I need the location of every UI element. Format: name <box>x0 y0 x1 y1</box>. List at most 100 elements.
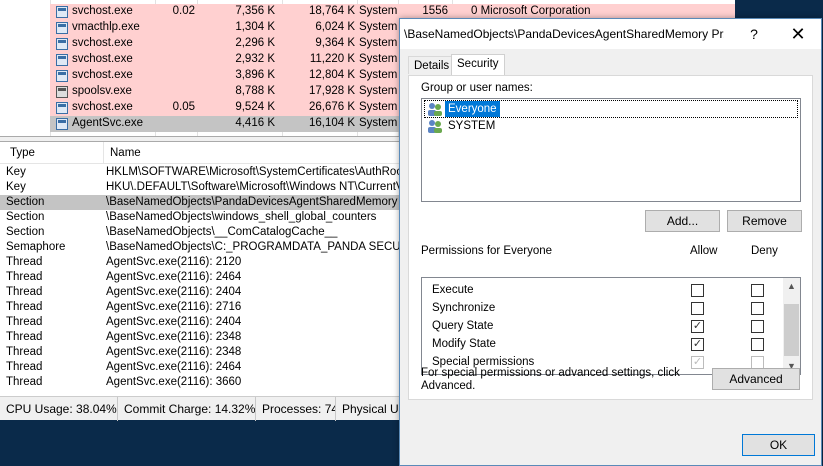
process-name: vmacthlp.exe <box>72 21 140 33</box>
deny-checkbox[interactable] <box>751 302 764 315</box>
handle-name: HKLM\SOFTWARE\Microsoft\SystemCertificat… <box>106 166 424 178</box>
printer-icon <box>56 86 68 98</box>
allow-checkbox[interactable] <box>691 284 704 297</box>
handle-name: \BaseNamedObjects\__ComCatalogCache__ <box>106 226 338 238</box>
service-window-icon <box>56 6 68 18</box>
allow-checkbox[interactable] <box>691 302 704 315</box>
process-private-bytes: 9,524 K <box>235 101 275 113</box>
handle-type: Thread <box>6 301 43 313</box>
status-commit-charge: Commit Charge: 14.32% <box>118 397 256 421</box>
handle-name: AgentSvc.exe(2116): 2464 <box>106 361 242 373</box>
process-name: svchost.exe <box>72 53 133 65</box>
tree-indent <box>0 36 50 52</box>
dialog-titlebar[interactable]: \BaseNamedObjects\PandaDevicesAgentShare… <box>400 19 821 49</box>
allow-column-label: Allow <box>690 245 718 257</box>
dialog-title: \BaseNamedObjects\PandaDevicesAgentShare… <box>404 27 724 41</box>
status-cpu-usage: CPU Usage: 38.04% <box>0 397 118 421</box>
handle-type: Key <box>6 166 26 178</box>
ok-button[interactable]: OK <box>742 434 815 456</box>
service-window-icon <box>56 118 68 130</box>
user-list-item[interactable]: SYSTEM <box>425 118 797 134</box>
close-button[interactable]: ✕ <box>783 21 813 47</box>
service-window-icon <box>56 102 68 114</box>
column-header-type[interactable]: Type <box>10 147 35 159</box>
handle-name: AgentSvc.exe(2116): 2348 <box>106 346 242 358</box>
process-user: System <box>359 37 398 49</box>
process-name: svchost.exe <box>72 37 133 49</box>
tree-indent <box>0 116 50 132</box>
handle-type: Semaphore <box>6 241 66 253</box>
permission-row: Modify State ✓ <box>422 336 784 354</box>
process-working-set: 12,804 K <box>308 69 355 81</box>
user-group-icon <box>427 102 443 116</box>
column-separator[interactable] <box>103 142 104 164</box>
security-tab-panel: Group or user names: Everyone SYSTEM Add.… <box>408 75 813 400</box>
properties-dialog: \BaseNamedObjects\PandaDevicesAgentShare… <box>399 18 822 466</box>
tree-indent <box>0 100 50 116</box>
handle-name: HKU\.DEFAULT\Software\Microsoft\Windows … <box>106 181 414 193</box>
process-private-bytes: 7,356 K <box>235 5 275 17</box>
process-name: svchost.exe <box>72 69 133 81</box>
deny-checkbox[interactable] <box>751 284 764 297</box>
permission-name: Synchronize <box>432 302 496 314</box>
permissions-for-label: Permissions for Everyone <box>421 245 553 257</box>
process-working-set: 18,764 K <box>308 5 355 17</box>
remove-button[interactable]: Remove <box>727 210 802 232</box>
advanced-button[interactable]: Advanced <box>712 368 800 390</box>
allow-checkbox[interactable]: ✓ <box>691 320 704 333</box>
process-cpu: 0.05 <box>172 101 195 113</box>
handle-type: Section <box>6 226 45 238</box>
process-private-bytes: 8,788 K <box>235 85 275 97</box>
process-user: System <box>359 101 398 113</box>
scroll-up-icon[interactable]: ▲ <box>783 278 800 294</box>
process-user: System <box>359 69 398 81</box>
permission-name: Modify State <box>432 338 496 350</box>
process-pid: 1556 <box>422 5 448 17</box>
handle-type: Section <box>6 211 45 223</box>
process-private-bytes: 4,416 K <box>235 117 275 129</box>
users-listbox[interactable]: Everyone SYSTEM <box>421 98 801 202</box>
process-private-bytes: 3,896 K <box>235 69 275 81</box>
handle-name: AgentSvc.exe(2116): 2464 <box>106 271 242 283</box>
handle-name: \BaseNamedObjects\PandaDevicesAgentShare… <box>106 196 398 208</box>
service-window-icon <box>56 38 68 50</box>
column-header-name[interactable]: Name <box>110 147 141 159</box>
permission-name: Execute <box>432 284 474 296</box>
tab-details[interactable]: Details <box>408 56 456 74</box>
process-private-bytes: 2,932 K <box>235 53 275 65</box>
service-window-icon <box>56 22 68 34</box>
process-name: AgentSvc.exe <box>72 117 143 129</box>
handle-name: AgentSvc.exe(2116): 2120 <box>106 256 242 268</box>
deny-checkbox[interactable] <box>751 338 764 351</box>
process-user: System <box>359 5 398 17</box>
process-name: svchost.exe <box>72 5 133 17</box>
handle-name: AgentSvc.exe(2116): 2716 <box>106 301 242 313</box>
handle-name: AgentSvc.exe(2116): 2404 <box>106 286 242 298</box>
handle-type: Section <box>6 196 45 208</box>
process-name: svchost.exe <box>72 101 133 113</box>
process-description: 0 Microsoft Corporation <box>471 5 591 17</box>
handle-name: AgentSvc.exe(2116): 2348 <box>106 331 242 343</box>
process-name: spoolsv.exe <box>72 85 132 97</box>
process-user: System <box>359 117 398 129</box>
status-physical-usage: Physical Usage <box>336 397 406 421</box>
process-private-bytes: 2,296 K <box>235 37 275 49</box>
handle-type: Thread <box>6 361 43 373</box>
tab-security[interactable]: Security <box>451 54 505 76</box>
group-or-user-names-label: Group or user names: <box>421 82 533 94</box>
permissions-scrollbar[interactable]: ▲ ▼ <box>783 278 800 374</box>
user-name: SYSTEM <box>448 120 496 132</box>
deny-checkbox[interactable] <box>751 320 764 333</box>
handle-type: Thread <box>6 286 43 298</box>
user-group-icon <box>427 119 443 133</box>
user-list-item[interactable]: Everyone <box>424 100 798 118</box>
tree-indent <box>0 84 50 100</box>
add-button[interactable]: Add... <box>645 210 720 232</box>
user-name: Everyone <box>445 101 500 117</box>
permission-row: Execute <box>422 282 784 300</box>
allow-checkbox[interactable]: ✓ <box>691 338 704 351</box>
help-button[interactable]: ? <box>743 23 765 45</box>
process-cpu: 0.02 <box>172 5 195 17</box>
handle-type: Thread <box>6 376 43 388</box>
scrollbar-thumb[interactable] <box>784 304 799 356</box>
